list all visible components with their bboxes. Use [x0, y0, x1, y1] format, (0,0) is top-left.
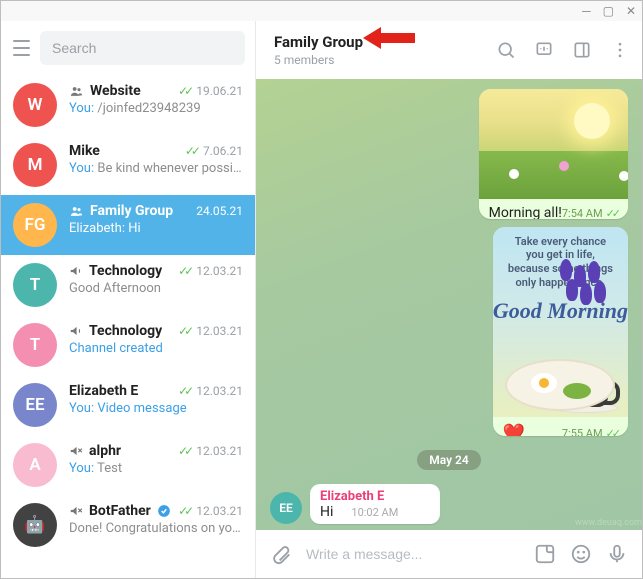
message-outgoing[interactable]: Take every chance you get in life, becau…	[493, 227, 628, 436]
chat-name: Elizabeth E	[69, 383, 138, 399]
sticker-icon[interactable]	[534, 543, 556, 565]
app-window: ─ ▢ ✕ W Website ✓✓ 19.06.21 You: /joinfed239…	[0, 0, 643, 579]
avatar: A	[13, 443, 57, 487]
chat-pane: Family Group 5 members	[256, 21, 642, 578]
read-checks-icon: ✓✓	[185, 144, 197, 158]
minimize-icon[interactable]: ─	[582, 4, 591, 18]
verified-icon	[157, 504, 171, 518]
more-icon[interactable]	[610, 40, 630, 60]
message-text: Hi	[320, 504, 333, 520]
avatar: FG	[13, 203, 57, 247]
read-checks-icon: ✓✓	[178, 264, 190, 278]
chat-title: Family Group	[274, 33, 363, 51]
chat-list-item[interactable]: W Website ✓✓ 19.06.21 You: /joinfed23948239	[1, 75, 255, 135]
message-image[interactable]	[479, 89, 628, 199]
chat-date: 12.03.21	[196, 444, 243, 458]
chat-name: Website	[90, 83, 141, 99]
date-separator: May 24	[417, 450, 481, 470]
chat-preview: Good Afternoon	[69, 281, 243, 296]
chat-header[interactable]: Family Group 5 members	[256, 21, 642, 79]
avatar[interactable]: EE	[270, 492, 302, 524]
chat-list-item[interactable]: Aalphr ✓✓ 12.03.21 You: Test	[1, 435, 255, 495]
chat-list-item[interactable]: T Technology ✓✓ 12.03.21 Good Afternoon	[1, 255, 255, 315]
voice-chat-icon[interactable]	[534, 40, 554, 60]
message-incoming[interactable]: EE Elizabeth E Hi 10:02 AM	[270, 484, 440, 524]
reaction-heart[interactable]: ❤️	[503, 423, 525, 436]
mute-icon	[69, 504, 83, 518]
avatar: W	[13, 83, 57, 127]
chat-name: alphr	[89, 443, 121, 459]
chat-date: 7.06.21	[203, 144, 243, 158]
chat-preview: You: Test	[69, 461, 243, 476]
chat-date: 19.06.21	[196, 84, 243, 98]
chat-date: 24.05.21	[196, 204, 243, 218]
chat-list: W Website ✓✓ 19.06.21 You: /joinfed23948239 M…	[1, 75, 255, 578]
chat-date: 12.03.21	[196, 504, 243, 518]
maximize-icon[interactable]: ▢	[603, 4, 614, 18]
avatar: T	[13, 323, 57, 367]
attach-icon[interactable]	[270, 543, 292, 565]
avatar: M	[13, 143, 57, 187]
read-checks-icon: ✓✓	[178, 444, 190, 458]
emoji-icon[interactable]	[570, 543, 592, 565]
message-composer	[256, 530, 642, 578]
close-icon[interactable]: ✕	[626, 4, 636, 18]
sidebar: W Website ✓✓ 19.06.21 You: /joinfed23948239 M…	[1, 21, 256, 578]
read-checks-icon: ✓✓	[178, 84, 190, 98]
chat-name: BotFather	[89, 503, 151, 519]
channel-icon	[69, 264, 83, 278]
group-icon	[69, 84, 84, 99]
message-outgoing[interactable]: Morning all! 7:54 AM ✓✓	[479, 89, 628, 219]
sidepanel-icon[interactable]	[572, 40, 592, 60]
message-input[interactable]	[306, 538, 520, 570]
chat-preview: You: /joinfed23948239	[69, 101, 243, 116]
chat-date: 12.03.21	[196, 324, 243, 338]
avatar: T	[13, 263, 57, 307]
read-checks-icon: ✓✓	[178, 324, 190, 338]
message-text: Morning all!	[489, 205, 562, 219]
mute-icon	[69, 444, 83, 458]
chat-list-item[interactable]: FG Family Group 24.05.21 Elizabeth: Hi	[1, 195, 255, 255]
avatar: EE	[13, 383, 57, 427]
search-icon[interactable]	[496, 40, 516, 60]
menu-icon[interactable]	[13, 40, 30, 56]
chat-preview: Channel created	[69, 341, 243, 356]
chat-name: Technology	[89, 323, 162, 339]
chat-list-item[interactable]: EE Elizabeth E ✓✓ 12.03.21 You: Video messag…	[1, 375, 255, 435]
chat-list-item[interactable]: T Technology ✓✓ 12.03.21 Channel created	[1, 315, 255, 375]
read-checks-icon: ✓✓	[178, 504, 190, 518]
chat-date: 12.03.21	[196, 264, 243, 278]
read-checks-icon: ✓✓	[178, 384, 190, 398]
sender-name[interactable]: Elizabeth E	[320, 489, 430, 504]
message-image[interactable]: Take every chance you get in life, becau…	[493, 227, 628, 417]
chat-list-item[interactable]: M Mike ✓✓ 7.06.21 You: Be kind whenever poss…	[1, 135, 255, 195]
chat-name: Mike	[69, 143, 100, 159]
chat-name: Family Group	[90, 203, 173, 219]
chat-preview: Done! Congratulations on yo…	[69, 521, 243, 536]
group-icon	[69, 204, 84, 219]
message-time: 7:54 AM ✓✓	[562, 207, 618, 219]
chat-subtitle: 5 members	[274, 53, 363, 67]
chat-date: 12.03.21	[196, 384, 243, 398]
chat-name: Technology	[89, 263, 162, 279]
channel-icon	[69, 324, 83, 338]
message-time: 7:55 AM ✓✓	[562, 427, 618, 436]
avatar: 🤖	[13, 503, 57, 547]
messages-area: Morning all! 7:54 AM ✓✓ Take every chanc…	[256, 79, 642, 530]
watermark-text: www.deuaq.com	[575, 518, 642, 528]
chat-preview: Elizabeth: Hi	[69, 221, 243, 236]
chat-list-item[interactable]: 🤖 BotFather ✓✓ 12.03.21 Done! Congratulation…	[1, 495, 255, 555]
search-input[interactable]	[40, 31, 245, 65]
chat-preview: You: Be kind whenever possi…	[69, 161, 243, 176]
window-titlebar: ─ ▢ ✕	[1, 1, 642, 21]
mic-icon[interactable]	[606, 543, 628, 565]
chat-preview: You: Video message	[69, 401, 243, 416]
message-time: 10:02 AM	[351, 506, 398, 519]
